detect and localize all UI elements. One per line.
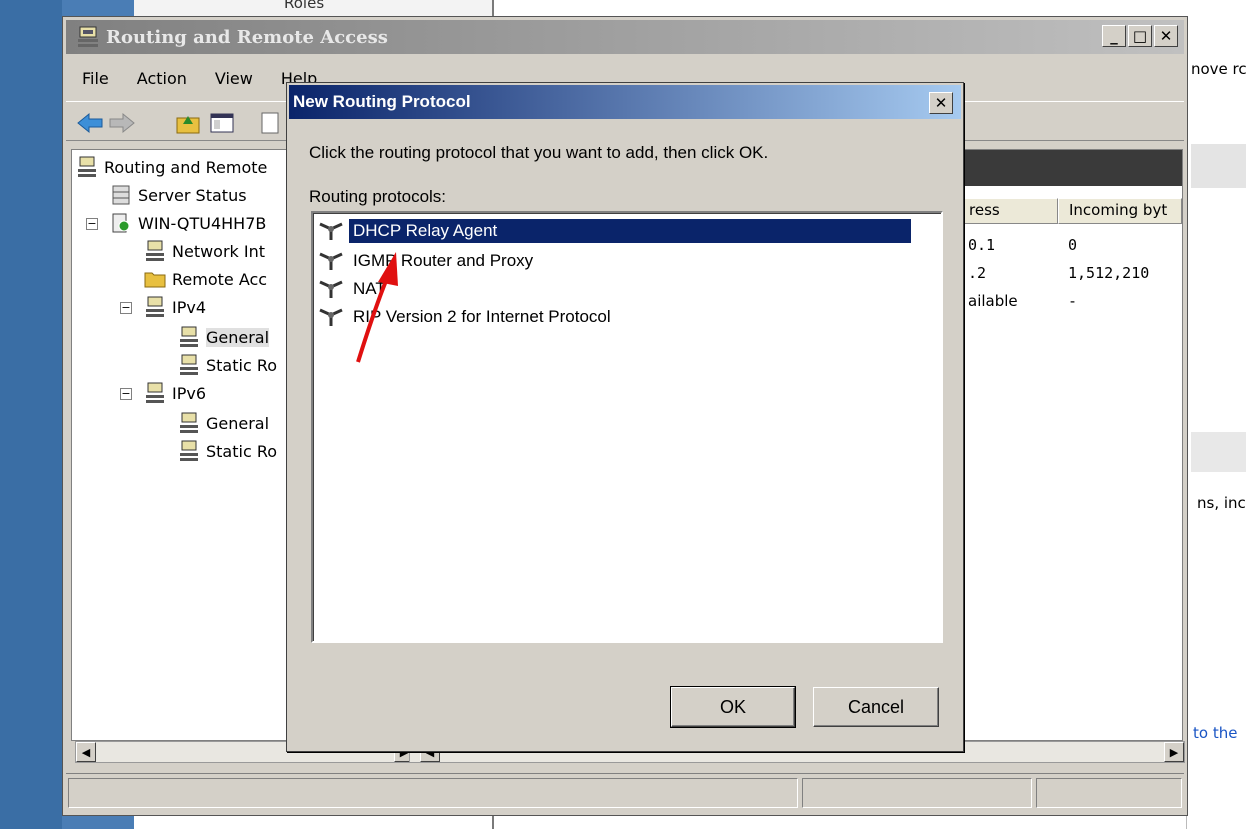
- dialog-instruction: Click the routing protocol that you want…: [309, 143, 769, 162]
- cell-incoming-bytes: 1,512,210: [1068, 264, 1150, 282]
- dialog-title: New Routing Protocol: [293, 92, 471, 111]
- dialog-close-button[interactable]: ✕: [929, 92, 953, 114]
- background-app-panel: nove rc ns, inc to the: [1186, 40, 1246, 829]
- routing-server-icon: [78, 26, 98, 47]
- tree-label: Routing and Remote: [104, 157, 268, 177]
- collapse-toggle[interactable]: −: [120, 388, 132, 400]
- status-cell: [68, 778, 798, 808]
- back-arrow-icon[interactable]: [76, 110, 104, 136]
- tree-label: Network Int: [172, 241, 266, 261]
- forward-arrow-icon[interactable]: [108, 110, 136, 136]
- routing-icon: [180, 326, 198, 347]
- status-cell: [802, 778, 1032, 808]
- tree-label: General: [206, 413, 270, 433]
- server-running-icon: [112, 213, 130, 233]
- tree-item-network-interfaces[interactable]: Network Int: [144, 240, 265, 262]
- tree-item-root[interactable]: Routing and Remote: [76, 156, 267, 178]
- tree-item-ipv6-static-routes[interactable]: Static Ro: [178, 440, 277, 462]
- protocol-label: NAT: [353, 279, 386, 298]
- protocol-item-igmp[interactable]: IGMP Router and Proxy: [317, 247, 537, 275]
- tree-label: WIN-QTU4HH7B: [138, 213, 267, 233]
- protocol-item-dhcp-relay-agent[interactable]: DHCP Relay Agent: [317, 217, 911, 245]
- routing-icon: [180, 440, 198, 461]
- protocol-list[interactable]: DHCP Relay Agent IGMP Router and Proxy N…: [311, 211, 943, 643]
- tree-label: IPv4: [172, 297, 207, 317]
- folder-icon: [144, 272, 166, 288]
- cell-address: .2: [968, 264, 987, 282]
- routing-icon: [146, 240, 164, 261]
- menu-file[interactable]: File: [66, 65, 121, 95]
- background-text: nove rc: [1191, 60, 1246, 78]
- tree-label: Server Status: [138, 185, 247, 205]
- new-routing-protocol-dialog: New Routing Protocol ✕ Click the routing…: [286, 82, 964, 752]
- server-status-icon: [112, 185, 130, 205]
- scroll-right-arrow-icon[interactable]: ▶: [1164, 742, 1184, 762]
- tree-item-server-status[interactable]: Server Status: [110, 184, 247, 206]
- status-bar: [66, 773, 1184, 811]
- routing-server-icon: [78, 156, 96, 177]
- maximize-button[interactable]: □: [1128, 25, 1152, 47]
- tree-item-ipv6[interactable]: IPv6: [144, 382, 206, 404]
- dialog-titlebar[interactable]: New Routing Protocol ✕: [289, 85, 961, 119]
- routing-icon: [180, 354, 198, 375]
- tree-item-ipv4-static-routes[interactable]: Static Ro: [178, 354, 277, 376]
- tree-label: Static Ro: [206, 355, 278, 375]
- cancel-button[interactable]: Cancel: [813, 687, 939, 727]
- background-link[interactable]: to the: [1193, 724, 1237, 742]
- background-band: [1191, 432, 1246, 472]
- protocol-label: RIP Version 2 for Internet Protocol: [353, 307, 611, 326]
- menu-view[interactable]: View: [199, 65, 265, 95]
- cell-address: 0.1: [968, 236, 996, 254]
- protocol-label: DHCP Relay Agent: [349, 219, 911, 243]
- roles-node[interactable]: Roles: [284, 0, 324, 12]
- tree-item-ipv4-general[interactable]: General: [178, 326, 270, 348]
- routing-icon: [180, 412, 198, 433]
- column-header-incoming-bytes[interactable]: Incoming byt: [1058, 198, 1182, 224]
- protocol-item-nat[interactable]: NAT: [317, 275, 390, 303]
- protocol-icon: [319, 252, 343, 270]
- close-button[interactable]: ✕: [1154, 25, 1178, 47]
- properties-icon[interactable]: [256, 110, 284, 136]
- tree-item-remote-access[interactable]: Remote Acc: [144, 268, 267, 290]
- background-text: ns, inc: [1197, 494, 1246, 512]
- window-title: Routing and Remote Access: [106, 26, 388, 48]
- ok-button[interactable]: OK: [670, 686, 796, 728]
- protocol-icon: [319, 308, 343, 326]
- status-cell: [1036, 778, 1182, 808]
- protocol-label: IGMP Router and Proxy: [353, 251, 534, 270]
- show-hide-console-tree-icon[interactable]: [208, 110, 236, 136]
- scroll-left-arrow-icon[interactable]: ◀: [76, 742, 96, 762]
- column-header-address[interactable]: ress: [958, 198, 1058, 224]
- window-titlebar[interactable]: Routing and Remote Access _ □ ✕: [66, 20, 1184, 54]
- protocol-icon: [319, 222, 343, 240]
- tree-item-ipv6-general[interactable]: General: [178, 412, 269, 434]
- background-band: [1191, 144, 1246, 188]
- collapse-toggle[interactable]: −: [120, 302, 132, 314]
- routing-icon: [146, 296, 164, 317]
- tree-label: IPv6: [172, 383, 207, 403]
- routing-icon: [146, 382, 164, 403]
- tree-item-server[interactable]: WIN-QTU4HH7B: [110, 212, 266, 234]
- tree-item-ipv4[interactable]: IPv4: [144, 296, 206, 318]
- tree-label: Remote Acc: [172, 269, 268, 289]
- cell-incoming-bytes: 0: [1068, 236, 1078, 254]
- collapse-toggle[interactable]: −: [86, 218, 98, 230]
- desktop-left-area: [0, 0, 62, 829]
- minimize-button[interactable]: _: [1102, 25, 1126, 47]
- cell-incoming-bytes: -: [1068, 292, 1078, 310]
- tree-label: Static Ro: [206, 441, 278, 461]
- cell-address: ailable: [968, 292, 1018, 310]
- protocol-list-label: Routing protocols:: [309, 187, 447, 206]
- tree-label: General: [206, 327, 270, 347]
- up-folder-icon[interactable]: [174, 110, 202, 136]
- protocol-icon: [319, 280, 343, 298]
- protocol-item-rip-v2[interactable]: RIP Version 2 for Internet Protocol: [317, 303, 615, 331]
- menu-action[interactable]: Action: [121, 65, 199, 95]
